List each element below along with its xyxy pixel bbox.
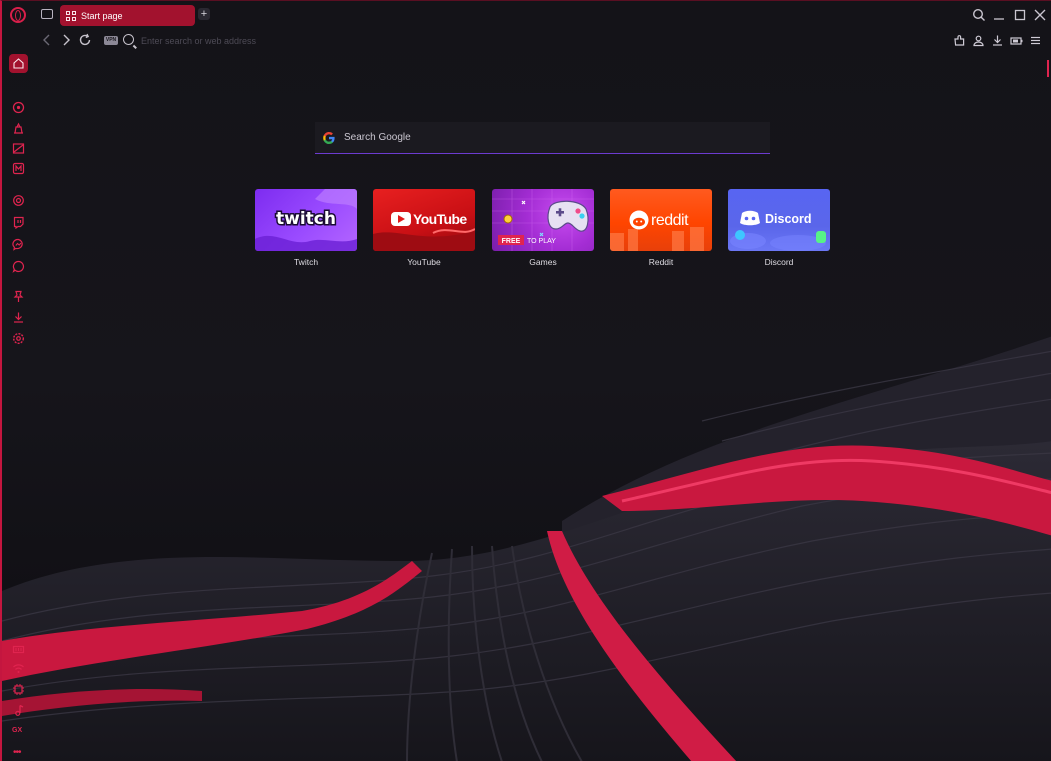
youtube-logo-text: YouTube [413, 211, 467, 227]
downloads-icon[interactable] [12, 311, 25, 324]
search-icon[interactable] [972, 8, 986, 22]
gamepad-icon[interactable] [41, 9, 53, 19]
cpu-limiter-icon[interactable] [12, 683, 25, 696]
more-icon[interactable]: ••• [13, 747, 21, 758]
speed-dial-reddit[interactable]: reddit Reddit [610, 189, 712, 267]
sidebar-item-home[interactable] [9, 54, 28, 73]
speed-dial-label: YouTube [407, 257, 441, 267]
wallpaper [2, 1, 1051, 761]
tab-label: Start page [81, 10, 123, 21]
opera-gx-logo-icon[interactable] [10, 7, 26, 23]
messenger-icon[interactable] [12, 238, 25, 251]
extensions-icon[interactable] [953, 34, 966, 47]
discord-thumbnail: Discord [728, 189, 830, 251]
forward-icon[interactable] [59, 33, 73, 47]
reddit-logo-text: reddit [651, 212, 689, 229]
back-icon[interactable] [40, 33, 54, 47]
search-icon [123, 34, 134, 45]
pinboard-icon[interactable] [12, 290, 25, 303]
vpn-badge[interactable]: VPN [104, 36, 118, 45]
twitch-icon[interactable] [12, 216, 25, 229]
browser-window: Start page + VPN Enter search or web add… [0, 0, 1051, 761]
google-icon [323, 131, 335, 144]
aria-icon[interactable] [12, 101, 25, 114]
music-icon[interactable] [12, 704, 25, 717]
speed-dial-label: Discord [764, 257, 794, 267]
speed-dial-youtube[interactable]: YouTube YouTube [373, 189, 475, 267]
twitch-logo-icon: twitch [255, 189, 357, 251]
twitch-logo-text: twitch [276, 209, 336, 229]
youtube-logo-icon: YouTube [373, 211, 475, 251]
gx-mods-icon[interactable] [12, 162, 25, 175]
gx-label[interactable]: GX [12, 727, 22, 734]
grid-icon [66, 10, 76, 21]
discord-logo-text: Discord [765, 212, 812, 226]
new-tab-button[interactable]: + [198, 8, 210, 20]
speed-dial-discord[interactable]: Discord Discord [728, 189, 830, 267]
gx-control-icon[interactable] [12, 643, 25, 656]
title-bar: Start page + [2, 1, 1051, 29]
google-search-input[interactable] [344, 132, 770, 143]
address-input[interactable] [141, 32, 521, 50]
speed-dial-games[interactable]: FREE TO PLAY Games [492, 189, 594, 267]
maximize-button[interactable] [1013, 8, 1027, 22]
settings-icon[interactable] [12, 332, 25, 345]
gx-accent-line [1047, 60, 1049, 77]
downloads-icon[interactable] [991, 34, 1004, 47]
speed-dial-label: Reddit [648, 257, 674, 267]
speed-dial-label: Twitch [293, 257, 319, 267]
network-limiter-icon[interactable] [12, 662, 25, 675]
speed-dial-twitch[interactable]: twitch Twitch [255, 189, 357, 267]
close-button[interactable] [1033, 8, 1047, 22]
reddit-logo-icon: reddit [610, 210, 704, 251]
to-play-text: TO PLAY [527, 238, 556, 245]
home-icon [13, 58, 24, 69]
google-search-box [315, 122, 770, 154]
easy-setup-icon[interactable] [1029, 34, 1042, 47]
twitch-thumbnail: twitch [255, 189, 357, 251]
reddit-thumbnail: reddit [610, 189, 712, 251]
tab-start-page[interactable]: Start page [60, 5, 195, 26]
gamepad-icon: FREE TO PLAY [492, 189, 594, 251]
free-badge: FREE [502, 238, 521, 245]
chatgpt-icon[interactable] [12, 194, 25, 207]
sidebar: GX ••• [4, 52, 32, 761]
gx-corner-icon[interactable] [12, 122, 25, 135]
discord-logo-icon: Discord [730, 210, 826, 251]
youtube-thumbnail: YouTube [373, 189, 475, 251]
speed-dial-label: Games [529, 257, 557, 267]
games-thumbnail: FREE TO PLAY [492, 189, 594, 251]
account-icon[interactable] [972, 34, 985, 47]
minimize-button[interactable] [992, 8, 1006, 22]
reload-icon[interactable] [78, 33, 92, 47]
whatsapp-icon[interactable] [12, 260, 25, 273]
address-bar: VPN [2, 30, 1051, 77]
player-icon[interactable] [12, 142, 25, 155]
battery-saver-icon[interactable] [1010, 34, 1023, 47]
